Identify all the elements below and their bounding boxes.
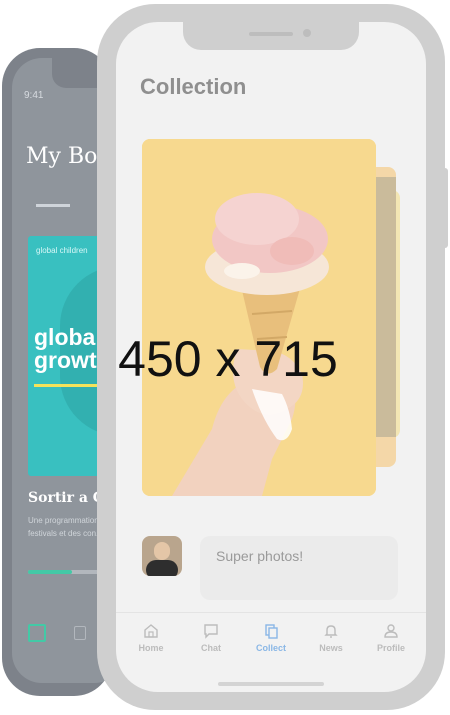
home-icon — [144, 624, 158, 638]
reading-progress — [28, 570, 108, 574]
bell-icon — [324, 625, 338, 638]
tab-chat-label: Chat — [201, 643, 221, 653]
comment-text: Super photos! — [216, 548, 304, 564]
reading-progress-fill — [28, 570, 72, 574]
dimension-watermark: 450 x 715 — [118, 331, 338, 387]
tab-profile[interactable]: Profile — [368, 623, 414, 663]
article-description-line2: festivals et des con... — [28, 529, 103, 538]
tab-collect[interactable]: Collect — [248, 623, 294, 663]
tab-collect-label: Collect — [255, 643, 286, 653]
avatar[interactable] — [142, 536, 182, 576]
collect-icon — [265, 624, 278, 639]
ice-cream-photo — [142, 139, 376, 496]
tab-news-label: News — [319, 643, 343, 653]
document-icon[interactable] — [74, 626, 86, 640]
tab-home[interactable]: Home — [128, 623, 174, 663]
chat-icon — [204, 624, 218, 639]
status-time: 9:41 — [24, 90, 44, 101]
library-icon[interactable] — [28, 624, 46, 642]
speaker — [249, 32, 293, 36]
home-indicator — [218, 682, 324, 686]
book-publisher: global children — [36, 246, 88, 255]
tab-profile-label: Profile — [376, 643, 405, 653]
phone-notch — [183, 22, 359, 50]
tab-bar: Home Chat Collect News Profile — [116, 612, 426, 692]
back-phone: 9:41 My Bookc global children global gro… — [2, 48, 112, 696]
comment-box[interactable]: Super photos! — [200, 536, 398, 600]
collection-card-ice-cream[interactable] — [142, 139, 376, 496]
profile-icon — [384, 624, 398, 638]
tab-home-label: Home — [138, 643, 164, 653]
tab-chat[interactable]: Chat — [188, 623, 234, 663]
title-underline — [36, 204, 70, 207]
tab-news[interactable]: News — [308, 623, 354, 663]
page-title: Collection — [140, 74, 247, 99]
camera — [303, 29, 311, 37]
avatar-body — [146, 560, 178, 576]
avatar-face — [154, 542, 170, 560]
